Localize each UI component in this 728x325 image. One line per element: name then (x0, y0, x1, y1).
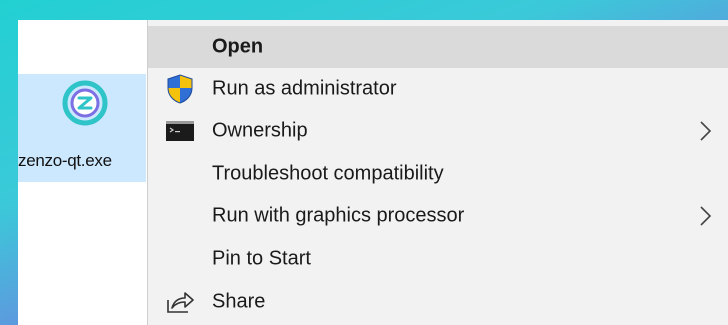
menu-item-label: Share (212, 290, 266, 313)
zenzo-app-icon (62, 80, 108, 126)
menu-item-pin-to-start[interactable]: Pin to Start (148, 238, 728, 280)
menu-item-label: Run with graphics processor (212, 204, 465, 227)
menu-item-open[interactable]: Open (148, 26, 728, 68)
menu-item-label: Open (212, 35, 264, 58)
uac-shield-icon (164, 74, 196, 104)
menu-item-run-with-graphics-processor[interactable]: Run with graphics processor (148, 195, 728, 237)
chevron-right-icon (700, 206, 712, 226)
chevron-right-icon (700, 121, 712, 141)
menu-item-run-as-administrator[interactable]: Run as administrator (148, 68, 728, 110)
menu-item-label: Pin to Start (212, 247, 311, 270)
menu-item-label: Run as administrator (212, 77, 397, 100)
menu-item-troubleshoot-compatibility[interactable]: Troubleshoot compatibility (148, 153, 728, 195)
menu-item-ownership[interactable]: Ownership (148, 110, 728, 152)
command-prompt-icon (164, 116, 196, 146)
file-name-label: zenzo-qt.exe (18, 151, 112, 170)
menu-item-label: Ownership (212, 119, 308, 142)
desktop-file-zenzo-qt[interactable]: zenzo-qt.exe (18, 74, 146, 182)
menu-item-share[interactable]: Share (148, 281, 728, 323)
context-menu: Open Run as administrator Ownership Trou… (147, 20, 728, 325)
share-icon (164, 287, 196, 317)
menu-item-label: Troubleshoot compatibility (212, 162, 444, 185)
